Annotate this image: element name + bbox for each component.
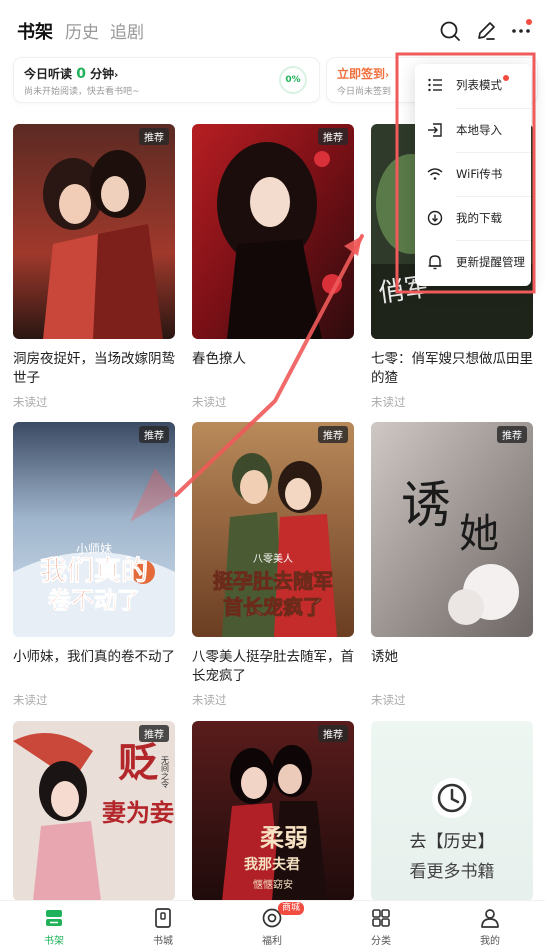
book-cover[interactable]: 诱 她 推荐 [371, 422, 533, 637]
progress-ring: 0% [279, 66, 307, 94]
svg-text:妻为妾: 妻为妾 [102, 798, 174, 827]
nav-bookshelf[interactable]: 书架 [24, 907, 84, 947]
menu-item-local-import[interactable]: 本地导入 [415, 109, 531, 153]
bell-icon [428, 255, 442, 270]
download-icon [427, 210, 443, 226]
recommend-badge: 推荐 [318, 725, 348, 742]
tab-bookshelf[interactable]: 书架 [17, 18, 53, 44]
book-icon [155, 908, 171, 928]
listen-title: 今日听读 0 分钟› [24, 66, 119, 82]
svg-text:小师妹: 小师妹 [76, 542, 112, 556]
new-badge-dot [503, 75, 509, 81]
nav-profile[interactable]: 我的 [460, 907, 520, 947]
book-title[interactable]: 洞房夜捉奸，当场改嫁阴鸷世子 [13, 350, 175, 388]
go-history-card[interactable]: 去【历史】 看更多书籍 [371, 721, 533, 901]
import-icon [428, 123, 442, 137]
svg-text:无间之令: 无间之令 [161, 756, 170, 789]
read-status: 未读过 [192, 693, 227, 707]
read-status: 未读过 [13, 395, 48, 409]
user-icon [481, 909, 499, 928]
tab-drama[interactable]: 追剧 [110, 18, 144, 43]
edit-icon[interactable] [475, 20, 497, 42]
read-status: 未读过 [13, 693, 48, 707]
recommend-badge: 推荐 [139, 426, 169, 443]
book-cover[interactable]: 贬 妻为妾 无间之令 推荐 [13, 721, 175, 901]
nav-bookstore[interactable]: 书城 [133, 907, 193, 947]
history-card-subtitle: 看更多书籍 [409, 862, 495, 882]
book-title[interactable]: 七零：俏军嫂只想做瓜田里的猹 [371, 350, 533, 388]
bookshelf-icon [46, 910, 62, 926]
checkin-title: 立即签到› [337, 67, 390, 81]
recommend-badge: 推荐 [139, 725, 169, 742]
listen-subtitle: 尚未开始阅读，快去看书吧~ [24, 87, 140, 97]
more-badge-dot [526, 19, 532, 25]
svg-text:八零美人: 八零美人 [253, 552, 293, 565]
mall-badge: 商城 [278, 902, 305, 915]
book-cover[interactable]: 推荐 [192, 124, 354, 339]
bookshelf-page: 书架 历史 追剧 今日听读 0 分钟› 尚未开始阅读，快去看书吧~ 0% 立即签… [0, 0, 545, 950]
read-status: 未读过 [371, 693, 406, 707]
menu-item-list-mode[interactable]: 列表模式 [415, 64, 531, 108]
top-bar: 书架 历史 追剧 [0, 0, 545, 60]
menu-item-my-downloads[interactable]: 我的下载 [415, 197, 531, 241]
recommend-badge: 推荐 [497, 426, 527, 443]
book-title[interactable]: 春色撩人 [192, 350, 354, 369]
svg-text:惬惬窈安: 惬惬窈安 [253, 878, 293, 891]
clock-icon [432, 778, 472, 818]
book-title[interactable]: 八零美人挺孕肚去随军，首长宠疯了 [192, 648, 354, 686]
listen-stats-card[interactable]: 今日听读 0 分钟› 尚未开始阅读，快去看书吧~ 0% [14, 58, 319, 102]
book-title[interactable]: 诱她 [371, 648, 533, 667]
book-cover[interactable]: 小师妹 我们真的 卷不动了 推荐 [13, 422, 175, 637]
read-status: 未读过 [192, 395, 227, 409]
svg-text:首长宠疯了: 首长宠疯了 [223, 595, 323, 619]
svg-text:挺孕肚去随军: 挺孕肚去随军 [213, 569, 333, 593]
history-card-title: 去【历史】 [409, 832, 495, 852]
wifi-icon [427, 168, 443, 180]
menu-item-wifi-transfer[interactable]: WiFi传书 [415, 153, 531, 197]
svg-text:贬: 贬 [118, 739, 158, 786]
svg-text:我那夫君: 我那夫君 [244, 856, 300, 873]
svg-text:卷不动了: 卷不动了 [47, 587, 140, 614]
tab-history[interactable]: 历史 [65, 18, 99, 43]
recommend-badge: 推荐 [139, 128, 169, 145]
menu-item-update-reminder[interactable]: 更新提醒管理 [415, 241, 531, 285]
svg-text:诱: 诱 [401, 476, 451, 534]
svg-text:她: 她 [459, 511, 499, 557]
recommend-badge: 推荐 [318, 128, 348, 145]
book-cover[interactable]: 八零美人 挺孕肚去随军 首长宠疯了 推荐 [192, 422, 354, 637]
bottom-nav: 书架 书城 福利 分类 我的 [0, 900, 545, 950]
list-icon [428, 78, 442, 92]
more-menu: 列表模式 本地导入 WiFi传书 我的下载 更新提醒管理 [415, 64, 531, 286]
recommend-badge: 推荐 [318, 426, 348, 443]
checkin-subtitle: 今日尚未签到 [337, 87, 392, 97]
nav-category[interactable]: 分类 [351, 907, 411, 947]
svg-text:我们真的: 我们真的 [40, 555, 148, 587]
read-status: 未读过 [371, 395, 406, 409]
grid-icon [372, 909, 390, 927]
book-title[interactable]: 小师妹，我们真的卷不动了 [13, 648, 175, 667]
svg-text:柔弱: 柔弱 [260, 823, 308, 852]
book-cover[interactable]: 柔弱 我那夫君 惬惬窈安 推荐 [192, 721, 354, 901]
search-icon[interactable] [439, 20, 461, 42]
book-cover[interactable]: 推荐 [13, 124, 175, 339]
